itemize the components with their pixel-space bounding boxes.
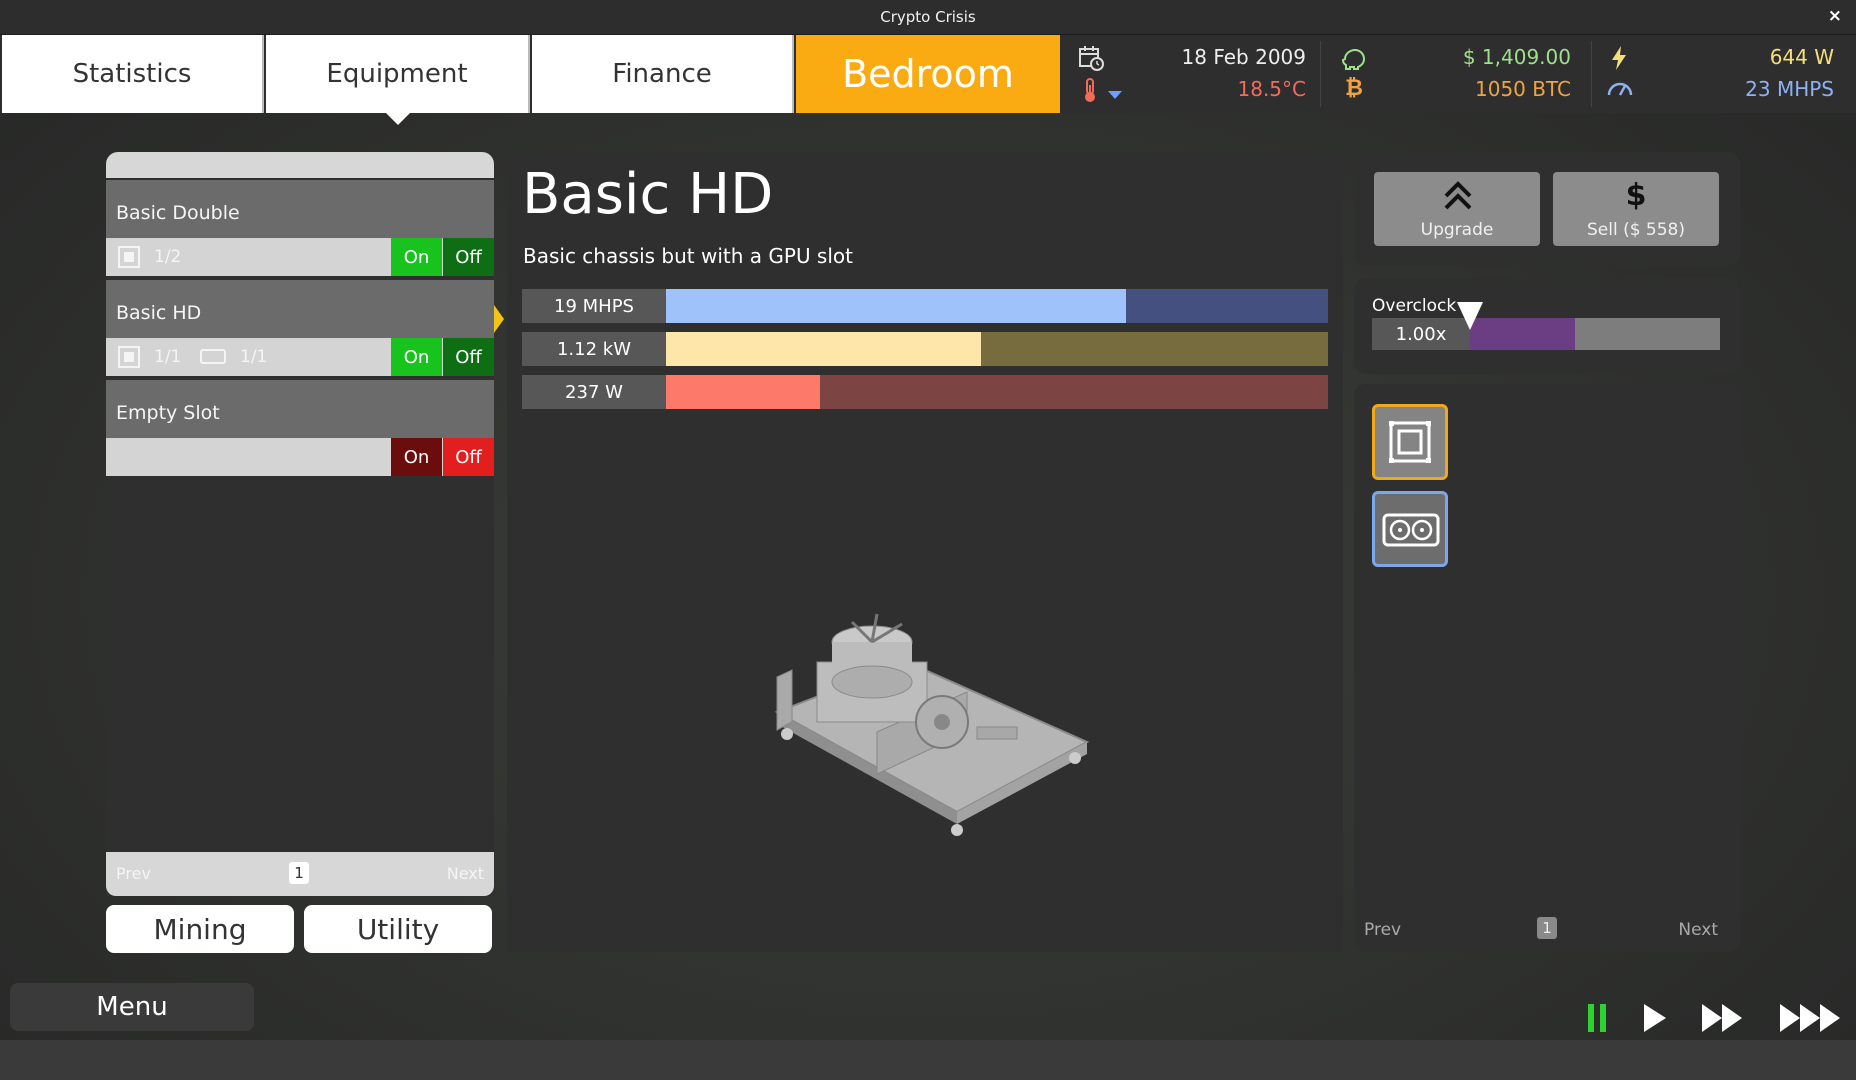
bar-label: 237 W bbox=[522, 375, 666, 409]
bar-track bbox=[666, 375, 1328, 409]
off-button[interactable]: Off bbox=[443, 438, 494, 476]
cpu-component[interactable] bbox=[1372, 404, 1448, 480]
chassis-model bbox=[774, 613, 1090, 836]
menu-button[interactable]: Menu bbox=[10, 983, 254, 1031]
chevron-down-icon[interactable] bbox=[1108, 91, 1122, 99]
item-row: On Off bbox=[106, 438, 494, 476]
overclock-slider[interactable] bbox=[1470, 318, 1720, 350]
prev-page-button[interactable]: Prev bbox=[116, 864, 151, 883]
gpu-component[interactable] bbox=[1372, 491, 1448, 567]
sell-label: Sell ($ 558) bbox=[1586, 220, 1686, 240]
overclock-panel: Overclock 1.00x bbox=[1354, 278, 1740, 374]
equipment-description: Basic chassis but with a GPU slot bbox=[523, 244, 853, 268]
bar-fill bbox=[666, 289, 1127, 323]
actions-panel: Upgrade $ Sell ($ 558) bbox=[1354, 152, 1740, 266]
usage-bar: 237 W bbox=[522, 375, 1328, 409]
mining-button[interactable]: Mining bbox=[106, 905, 294, 953]
double-chevron-up-icon bbox=[1444, 181, 1472, 210]
bar-track bbox=[666, 289, 1328, 323]
gpu-count: 1/1 bbox=[240, 347, 268, 367]
bar-label: 1.12 kW bbox=[522, 332, 666, 366]
equipment-title: Basic HD bbox=[522, 162, 774, 227]
gpu-icon bbox=[1382, 513, 1440, 547]
page-number: 1 bbox=[289, 862, 309, 884]
tab-statistics[interactable]: Statistics bbox=[2, 35, 264, 113]
power-status: 644 W 23 MHPS bbox=[1592, 35, 1856, 113]
next-page-button[interactable]: Next bbox=[1678, 920, 1718, 940]
upgrade-button[interactable]: Upgrade bbox=[1374, 172, 1540, 246]
calendar-icon bbox=[1079, 46, 1104, 71]
tab-bedroom[interactable]: Bedroom bbox=[796, 35, 1060, 113]
cpu-slot-icon bbox=[118, 246, 140, 268]
next-page-button[interactable]: Next bbox=[447, 864, 484, 883]
btc-value: 1050 BTC bbox=[1475, 77, 1571, 101]
top-nav: Statistics Equipment Finance Bedroom 18 … bbox=[0, 35, 1856, 113]
item-name: Basic Double bbox=[106, 180, 494, 238]
date-value: 18 Feb 2009 bbox=[1181, 45, 1306, 69]
cpu-icon bbox=[1389, 421, 1431, 463]
close-icon[interactable]: × bbox=[1828, 6, 1842, 26]
money-status: ₿ $ 1,409.00 1050 BTC bbox=[1321, 35, 1591, 113]
dollar-icon: $ bbox=[1625, 178, 1647, 213]
play-icon[interactable] bbox=[1640, 996, 1670, 1036]
power-value: 644 W bbox=[1769, 45, 1834, 69]
off-button[interactable]: Off bbox=[443, 238, 494, 276]
power-bar: 1.12 kW bbox=[522, 332, 1328, 366]
bottom-strip bbox=[0, 1040, 1856, 1080]
hashrate-value: 23 MHPS bbox=[1745, 77, 1834, 101]
window-titlebar: Crypto Crisis × bbox=[0, 0, 1856, 35]
utility-button[interactable]: Utility bbox=[304, 905, 492, 953]
overclock-thumb[interactable] bbox=[1457, 302, 1483, 330]
bar-fill bbox=[666, 375, 821, 409]
overclock-value: 1.00x bbox=[1372, 318, 1470, 350]
equipment-list-panel: Basic Double 1/2 On Off Basic HD 1/1 1/1… bbox=[106, 152, 494, 896]
lightning-icon bbox=[1612, 46, 1626, 70]
bar-fill bbox=[666, 332, 982, 366]
cash-value: $ 1,409.00 bbox=[1462, 45, 1571, 69]
item-name: Basic HD bbox=[106, 280, 494, 338]
components-panel: Prev 1 Next bbox=[1354, 384, 1740, 952]
item-row: 1/2 On Off bbox=[106, 238, 494, 276]
fastest-forward-icon[interactable] bbox=[1778, 996, 1844, 1036]
tab-finance[interactable]: Finance bbox=[532, 35, 794, 113]
thermometer-icon bbox=[1085, 78, 1095, 102]
hashrate-bar: 19 MHPS bbox=[522, 289, 1328, 323]
fast-forward-icon[interactable] bbox=[1700, 996, 1746, 1036]
cpu-count: 1/2 bbox=[154, 247, 182, 267]
prev-page-button[interactable]: Prev bbox=[1364, 920, 1401, 940]
tab-pointer bbox=[385, 112, 411, 125]
gpu-slot-icon bbox=[200, 349, 226, 364]
list-header bbox=[106, 152, 494, 178]
item-name: Empty Slot bbox=[106, 380, 494, 438]
detail-panel: Basic HD Basic chassis but with a GPU sl… bbox=[507, 152, 1343, 952]
temperature-value: 18.5°C bbox=[1237, 77, 1307, 101]
cpu-slot-icon bbox=[118, 346, 140, 368]
bar-label: 19 MHPS bbox=[522, 289, 666, 323]
overclock-fill bbox=[1470, 318, 1575, 350]
sell-button[interactable]: $ Sell ($ 558) bbox=[1553, 172, 1719, 246]
on-button[interactable]: On bbox=[391, 238, 442, 276]
upgrade-label: Upgrade bbox=[1420, 220, 1494, 240]
bitcoin-icon: ₿ bbox=[1345, 76, 1363, 101]
selection-marker bbox=[494, 305, 504, 333]
cpu-count: 1/1 bbox=[154, 347, 182, 367]
date-temp-status: 18 Feb 2009 18.5°C bbox=[1062, 35, 1320, 113]
piggy-bank-icon bbox=[1341, 48, 1366, 70]
page-number: 1 bbox=[1537, 917, 1557, 939]
on-button[interactable]: On bbox=[391, 338, 442, 376]
pause-icon[interactable] bbox=[1584, 996, 1612, 1036]
off-button[interactable]: Off bbox=[443, 338, 494, 376]
speedometer-icon bbox=[1607, 82, 1633, 96]
item-row: 1/1 1/1 On Off bbox=[106, 338, 494, 376]
list-pager: Prev 1 Next bbox=[106, 852, 494, 896]
on-button[interactable]: On bbox=[391, 438, 442, 476]
tab-equipment[interactable]: Equipment bbox=[266, 35, 530, 113]
window-title: Crypto Crisis bbox=[880, 8, 976, 26]
bar-track bbox=[666, 332, 1328, 366]
overclock-label: Overclock bbox=[1372, 296, 1457, 316]
